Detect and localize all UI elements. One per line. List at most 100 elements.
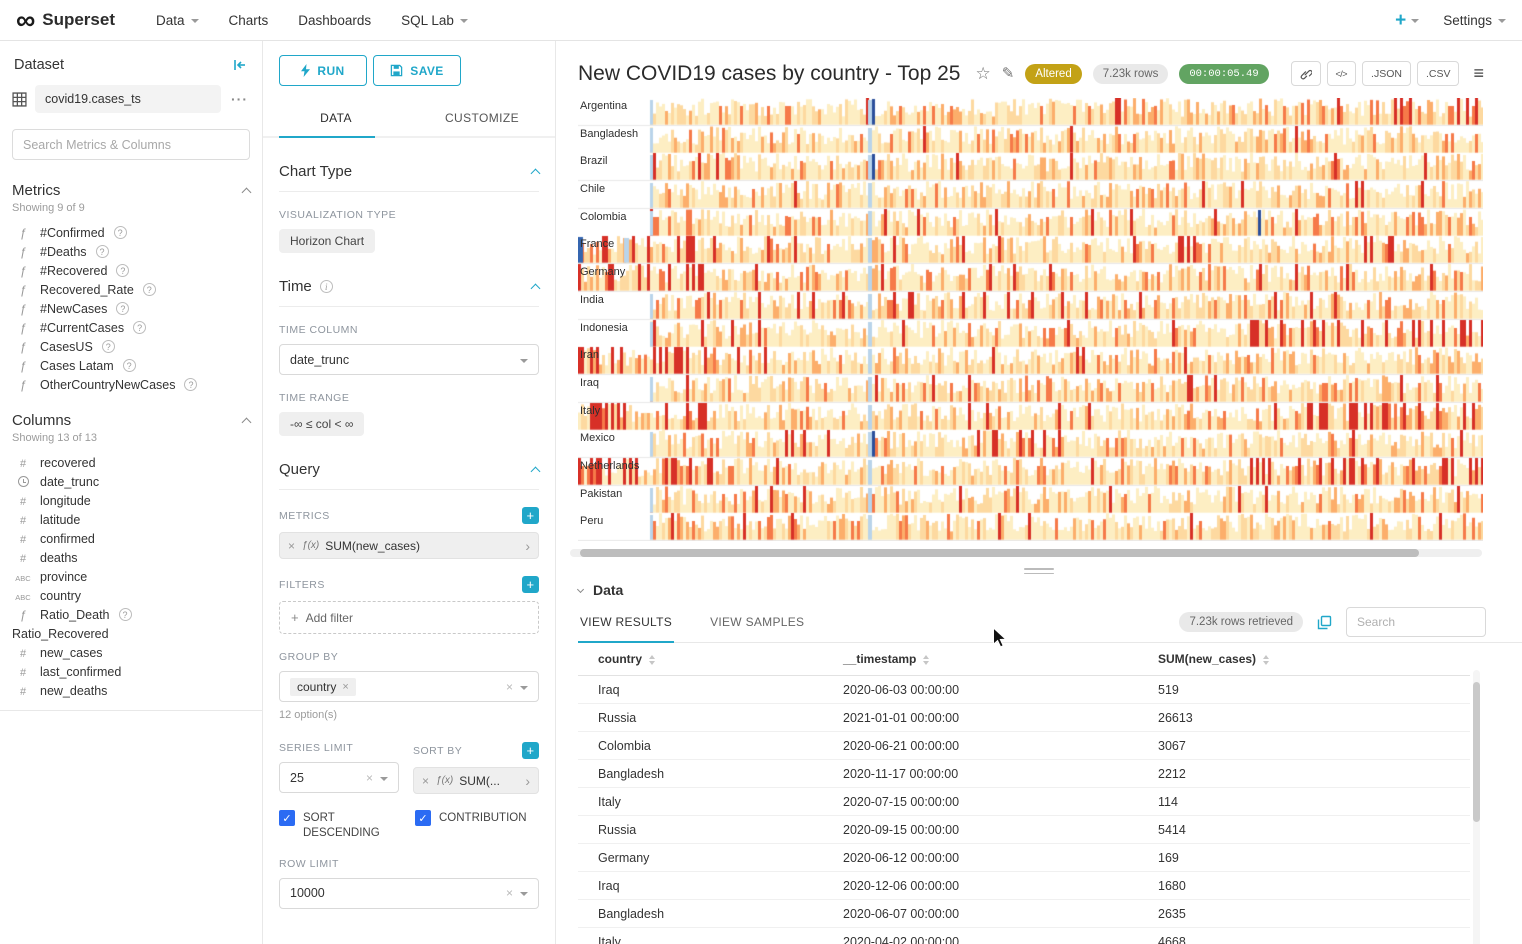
- time-section-header[interactable]: Time: [279, 267, 539, 307]
- tab-view-results[interactable]: VIEW RESULTS: [578, 602, 674, 642]
- time-column-select[interactable]: date_trunc: [279, 344, 539, 375]
- run-button[interactable]: RUN: [279, 55, 367, 86]
- row-limit-select[interactable]: 10000: [279, 878, 539, 909]
- control-panel: RUN SAVE DATA CUSTOMIZE Chart Type VISUA…: [263, 41, 556, 944]
- scrollbar-thumb[interactable]: [1473, 682, 1480, 822]
- columns-list: recovereddate_trunclongitudelatitudeconf…: [12, 453, 250, 700]
- settings-menu[interactable]: Settings: [1443, 13, 1506, 28]
- sort-icon[interactable]: [1263, 655, 1269, 665]
- dataset-name[interactable]: covid19.cases_ts: [35, 85, 221, 113]
- column-item[interactable]: deaths: [12, 548, 250, 567]
- metric-item[interactable]: #Deaths: [12, 242, 250, 261]
- column-item[interactable]: confirmed: [12, 529, 250, 548]
- column-item[interactable]: province: [12, 567, 250, 586]
- vertical-scrollbar[interactable]: [1473, 670, 1480, 944]
- sort-icon[interactable]: [923, 655, 929, 665]
- remove-icon[interactable]: [422, 774, 429, 788]
- columns-section-header[interactable]: Columns: [12, 412, 250, 429]
- metric-item[interactable]: Recovered_Rate: [12, 280, 250, 299]
- menu-icon[interactable]: [1473, 63, 1484, 84]
- scrollbar-thumb[interactable]: [580, 549, 1419, 557]
- favorite-star-icon[interactable]: [975, 65, 990, 82]
- function-icon: [12, 321, 34, 335]
- series-limit-select[interactable]: 25: [279, 762, 399, 793]
- query-section-header[interactable]: Query: [279, 450, 539, 490]
- nav-item-data[interactable]: Data: [141, 0, 214, 41]
- add-metric-button[interactable]: [522, 507, 539, 524]
- contribution-checkbox[interactable]: CONTRIBUTION: [415, 810, 539, 841]
- metric-item[interactable]: #Recovered: [12, 261, 250, 280]
- function-icon: [12, 226, 34, 240]
- column-header[interactable]: country: [578, 643, 823, 676]
- metric-item[interactable]: #CurrentCases: [12, 318, 250, 337]
- chevron-up-icon: [242, 188, 252, 198]
- superset-brand[interactable]: Superset: [16, 7, 115, 34]
- column-item[interactable]: new_deaths: [12, 681, 250, 700]
- column-item[interactable]: date_trunc: [12, 472, 250, 491]
- save-button[interactable]: SAVE: [373, 55, 461, 86]
- new-item-button[interactable]: +: [1395, 11, 1419, 30]
- tab-data[interactable]: DATA: [263, 100, 409, 136]
- sort-icon[interactable]: [649, 655, 655, 665]
- sort-by-chip[interactable]: SUM(...: [413, 767, 539, 794]
- embed-code-button[interactable]: [1327, 61, 1357, 86]
- collapse-panel-icon[interactable]: [232, 57, 248, 73]
- clear-icon[interactable]: [366, 771, 373, 785]
- function-icon: [12, 302, 34, 316]
- column-item[interactable]: longitude: [12, 491, 250, 510]
- group-by-select[interactable]: country: [279, 671, 539, 702]
- column-item[interactable]: Ratio_Recovered: [12, 624, 250, 643]
- horizontal-scrollbar[interactable]: [570, 549, 1482, 557]
- remove-icon[interactable]: [342, 681, 348, 693]
- nav-item-dashboards[interactable]: Dashboards: [283, 0, 386, 41]
- altered-badge[interactable]: Altered: [1025, 64, 1081, 84]
- column-header[interactable]: __timestamp: [823, 643, 1138, 676]
- metric-item[interactable]: Cases Latam: [12, 356, 250, 375]
- group-by-tag[interactable]: country: [290, 678, 356, 696]
- metric-item[interactable]: OtherCountryNewCases: [12, 375, 250, 394]
- search-input[interactable]: [23, 138, 239, 152]
- column-item[interactable]: recovered: [12, 453, 250, 472]
- add-sort-button[interactable]: [522, 742, 539, 759]
- column-header[interactable]: SUM(new_cases): [1138, 643, 1470, 676]
- column-item[interactable]: Ratio_Death: [12, 605, 250, 624]
- data-panel: Data VIEW RESULTS VIEW SAMPLES 7.23k row…: [556, 574, 1522, 944]
- export-csv-button[interactable]: .CSV: [1417, 61, 1460, 86]
- column-item[interactable]: last_confirmed: [12, 662, 250, 681]
- time-range-value[interactable]: -∞ ≤ col < ∞: [279, 412, 364, 436]
- dataset-more-icon[interactable]: [229, 91, 250, 107]
- tab-customize[interactable]: CUSTOMIZE: [409, 100, 555, 136]
- results-search-input[interactable]: [1357, 615, 1475, 629]
- column-item[interactable]: latitude: [12, 510, 250, 529]
- clear-icon[interactable]: [506, 680, 513, 694]
- data-section-toggle[interactable]: Data: [578, 582, 1522, 598]
- add-filter-plus-button[interactable]: [522, 576, 539, 593]
- tab-view-samples[interactable]: VIEW SAMPLES: [708, 602, 806, 642]
- viz-type-value[interactable]: Horizon Chart: [279, 229, 375, 253]
- chart-type-section-header[interactable]: Chart Type: [279, 152, 539, 192]
- clear-icon[interactable]: [506, 886, 513, 900]
- results-search[interactable]: [1346, 607, 1486, 637]
- remove-icon[interactable]: [288, 539, 295, 553]
- add-filter-button[interactable]: Add filter: [279, 601, 539, 634]
- export-json-button[interactable]: .JSON: [1362, 61, 1411, 86]
- metrics-section-header[interactable]: Metrics: [12, 182, 250, 199]
- table-row: Iraq2020-12-06 00:00:001680: [578, 872, 1470, 900]
- metric-chip[interactable]: SUM(new_cases): [279, 532, 539, 559]
- edit-title-icon[interactable]: [1002, 66, 1015, 81]
- row-count-badge: 7.23k rows: [1093, 64, 1169, 84]
- metric-item[interactable]: CasesUS: [12, 337, 250, 356]
- nav-item-charts[interactable]: Charts: [214, 0, 284, 41]
- copy-link-button[interactable]: [1291, 61, 1321, 86]
- metrics-columns-search[interactable]: [12, 129, 250, 160]
- nav-item-sql-lab[interactable]: SQL Lab: [386, 0, 483, 41]
- checkbox-checked-icon: [415, 810, 431, 826]
- horizon-chart: ArgentinaBangladeshBrazilChileColombiaFr…: [578, 98, 1484, 541]
- copy-icon[interactable]: [1317, 615, 1332, 630]
- metric-item[interactable]: #NewCases: [12, 299, 250, 318]
- column-item[interactable]: country: [12, 586, 250, 605]
- sort-descending-checkbox[interactable]: SORT DESCENDING: [279, 810, 403, 841]
- metric-item[interactable]: #Confirmed: [12, 223, 250, 242]
- column-item[interactable]: new_cases: [12, 643, 250, 662]
- dataset-grid-icon[interactable]: [12, 92, 27, 107]
